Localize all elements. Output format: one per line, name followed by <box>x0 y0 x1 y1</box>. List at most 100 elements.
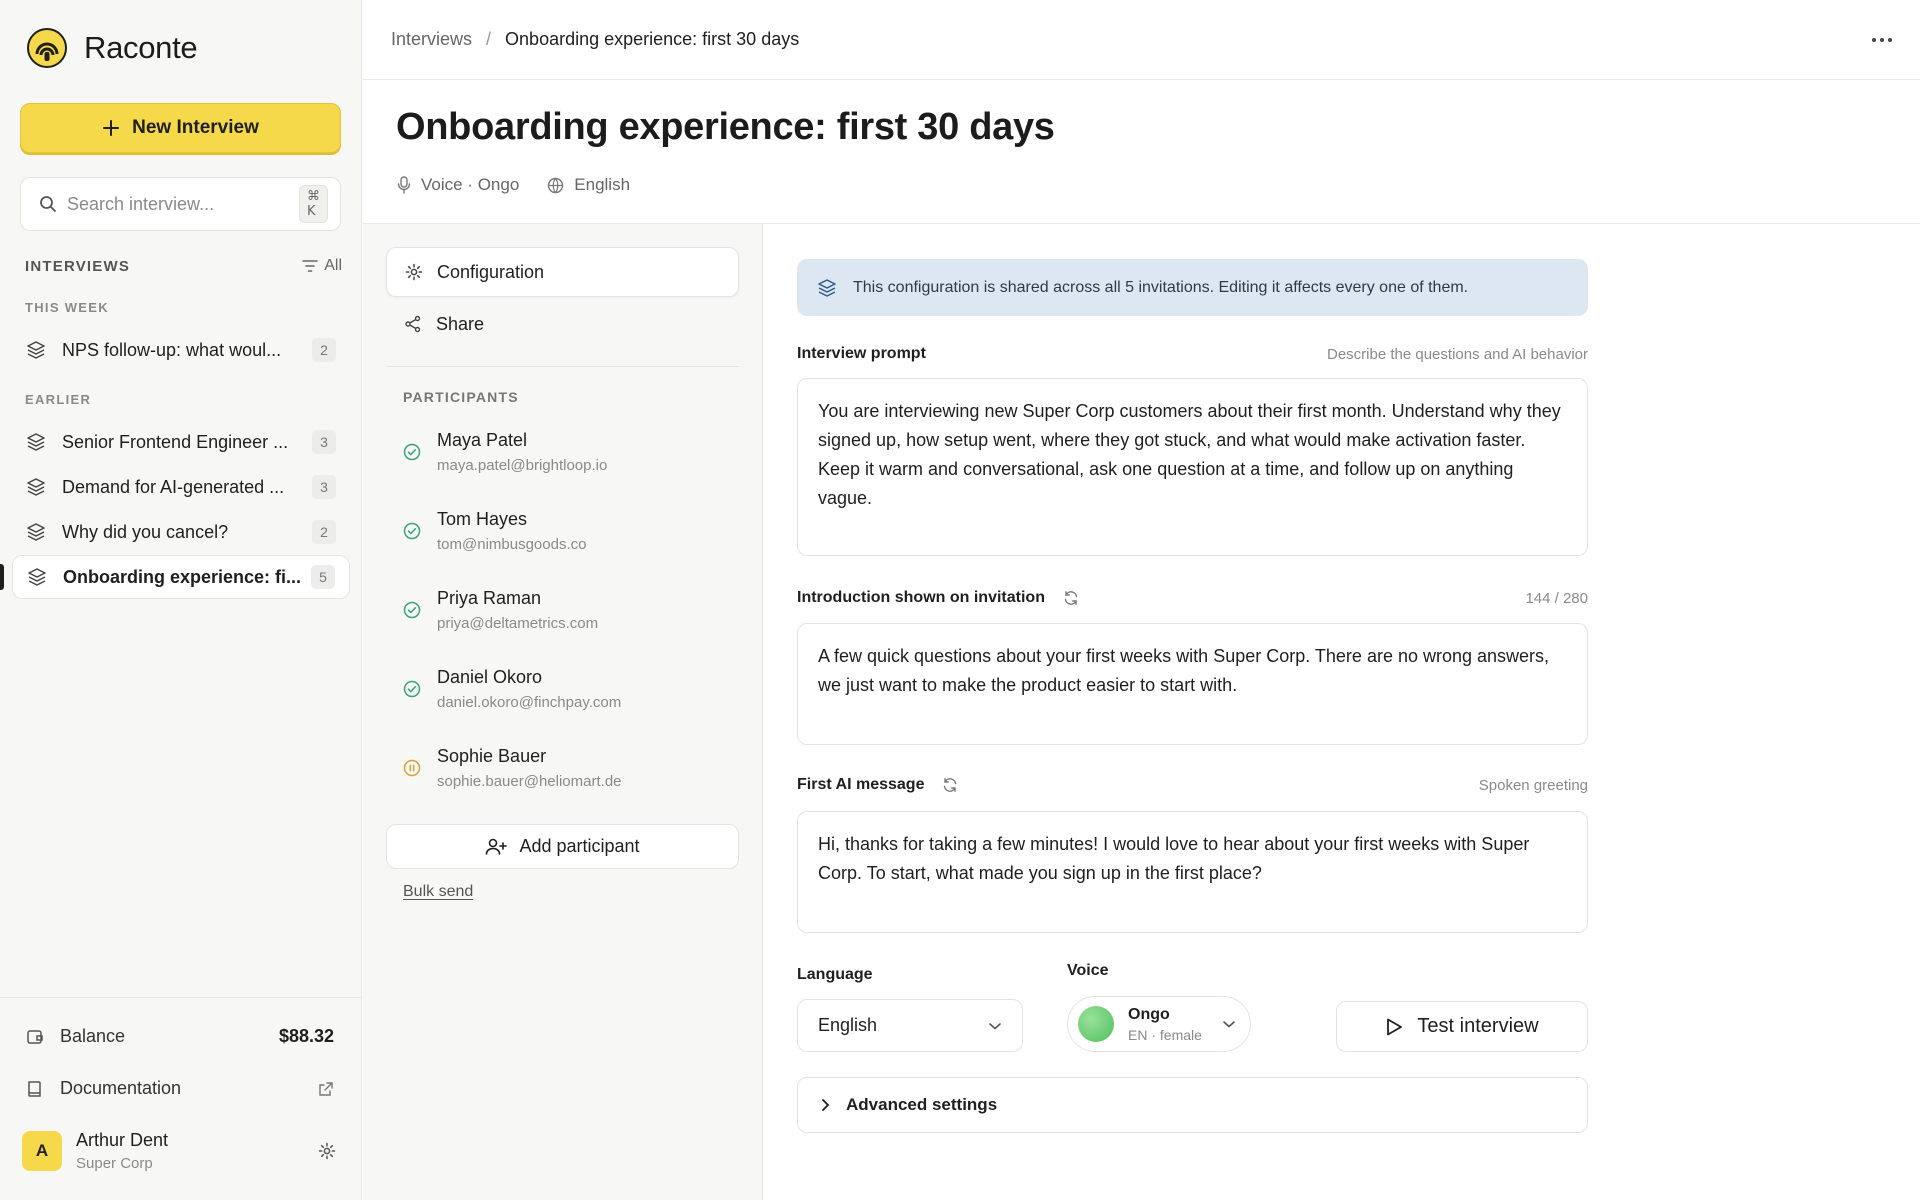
first-message-textarea[interactable]: Hi, thanks for taking a few minutes! I w… <box>797 811 1588 933</box>
tab-configuration[interactable]: Configuration <box>386 247 739 297</box>
refresh-icon[interactable] <box>942 777 958 793</box>
wallet-icon <box>26 1028 44 1046</box>
more-options-icon[interactable] <box>1872 37 1892 42</box>
brand[interactable]: Raconte <box>27 28 198 68</box>
sidebar-divider <box>0 997 362 998</box>
chevron-down-icon <box>988 1021 1002 1031</box>
tab-share[interactable]: Share <box>386 299 739 349</box>
participant-name: Priya Raman <box>437 588 542 608</box>
voice-sub: EN · female <box>1128 1026 1202 1043</box>
participant-email: sophie.bauer@heliomart.de <box>437 773 622 790</box>
participant-row[interactable]: Tom Hayes tom@nimbusgoods.co <box>403 509 733 553</box>
participant-email: daniel.okoro@finchpay.com <box>437 694 622 711</box>
test-interview-button[interactable]: Test interview <box>1336 1001 1588 1052</box>
voice-label: Voice <box>1067 962 1109 979</box>
first-message-hint: Spoken greeting <box>1478 777 1588 794</box>
active-indicator <box>0 564 4 590</box>
play-icon <box>1385 1017 1403 1037</box>
external-link-icon <box>318 1081 334 1097</box>
language-value: English <box>818 1015 878 1035</box>
user-org: Super Corp <box>76 1155 153 1172</box>
sidebar: Raconte New Interview ⌘ K INTERVIEWS All… <box>0 0 362 1200</box>
add-participant-button[interactable]: Add participant <box>386 824 739 869</box>
voice-avatar <box>1078 1006 1114 1042</box>
shared-config-banner: This configuration is shared across all … <box>797 259 1588 316</box>
balance-row[interactable]: Balance $88.32 <box>26 1026 334 1047</box>
participant-row[interactable]: Priya Raman priya@deltametrics.com <box>403 588 733 632</box>
check-circle-icon <box>403 443 421 461</box>
participant-row[interactable]: Daniel Okoro daniel.okoro@finchpay.com <box>403 667 733 711</box>
search-box[interactable]: ⌘ K <box>20 177 341 231</box>
search-input[interactable] <box>67 193 299 215</box>
participant-row[interactable]: Sophie Bauer sophie.bauer@heliomart.de <box>403 746 733 790</box>
participant-email: tom@nimbusgoods.co <box>437 536 587 553</box>
participant-name: Sophie Bauer <box>437 746 547 766</box>
sidebar-item-count: 3 <box>312 475 336 499</box>
share-icon <box>404 315 422 333</box>
participant-row[interactable]: Maya Patel maya.patel@brightloop.io <box>403 430 733 474</box>
avatar: A <box>22 1131 62 1171</box>
advanced-settings-toggle[interactable]: Advanced settings <box>797 1077 1588 1133</box>
group-label-this-week: THIS WEEK <box>25 300 109 315</box>
interview-meta: Voice · Ongo English <box>397 175 630 195</box>
voice-name: Ongo <box>1128 1005 1170 1023</box>
user-name: Arthur Dent <box>76 1130 169 1150</box>
prompt-textarea[interactable]: You are interviewing new Super Corp cust… <box>797 378 1588 556</box>
breadcrumb-separator: / <box>486 29 492 49</box>
check-circle-icon <box>403 601 421 619</box>
filter-button[interactable]: All <box>302 257 342 275</box>
new-interview-label: New Interview <box>132 117 259 138</box>
language-meta: English <box>547 175 630 195</box>
add-participant-label: Add participant <box>519 836 640 856</box>
raconte-logo-icon <box>27 28 67 68</box>
language-select[interactable]: English <box>797 999 1023 1052</box>
chevron-right-icon <box>820 1098 830 1112</box>
prompt-label: Interview prompt <box>797 345 926 363</box>
test-interview-label: Test interview <box>1417 1015 1539 1037</box>
check-circle-icon <box>403 680 421 698</box>
language-label: Language <box>797 966 873 983</box>
sidebar-item-count: 5 <box>311 565 335 589</box>
search-shortcut: ⌘ K <box>299 185 328 223</box>
first-message-label: First AI message <box>797 776 958 794</box>
book-icon <box>26 1080 44 1098</box>
sidebar-item-label: Why did you cancel? <box>62 521 229 542</box>
sidebar-item-label: Onboarding experience: fi... <box>63 566 302 587</box>
intro-textarea[interactable]: A few quick questions about your first w… <box>797 623 1588 745</box>
sidebar-item-onboarding[interactable]: Onboarding experience: fi... 5 <box>12 555 350 599</box>
layers-icon <box>27 567 47 587</box>
search-icon <box>39 195 57 213</box>
tab-label: Configuration <box>437 261 545 282</box>
user-text: Arthur Dent Super Corp <box>76 1130 318 1172</box>
layers-icon <box>817 278 837 298</box>
participant-info: Priya Raman priya@deltametrics.com <box>437 588 598 632</box>
documentation-link[interactable]: Documentation <box>26 1078 334 1099</box>
sidebar-item-nps-follow-up[interactable]: NPS follow-up: what woul... 2 <box>12 328 350 372</box>
refresh-icon[interactable] <box>1063 590 1079 606</box>
advanced-settings-label: Advanced settings <box>846 1095 998 1114</box>
layers-icon <box>26 522 46 542</box>
user-profile[interactable]: A Arthur Dent Super Corp <box>22 1130 336 1172</box>
first-message-label-text: First AI message <box>797 776 925 793</box>
sidebar-item-demand-ai[interactable]: Demand for AI-generated ... 3 <box>12 465 350 509</box>
section-title: INTERVIEWS <box>25 257 131 275</box>
filter-label: All <box>324 257 342 274</box>
app-name: Raconte <box>84 30 198 65</box>
voice-text: Ongo EN · female <box>1128 1006 1222 1043</box>
intro-label: Introduction shown on invitation <box>797 589 1079 607</box>
banner-text: This configuration is shared across all … <box>853 278 1469 296</box>
sidebar-item-senior-frontend[interactable]: Senior Frontend Engineer ... 3 <box>12 420 350 464</box>
bulk-send-link[interactable]: Bulk send <box>403 883 473 901</box>
voice-meta-label: Voice · Ongo <box>421 175 520 194</box>
microphone-icon <box>397 176 411 194</box>
breadcrumb-interviews[interactable]: Interviews <box>391 29 472 50</box>
gear-icon[interactable] <box>318 1142 336 1160</box>
voice-select[interactable]: Ongo EN · female <box>1067 996 1251 1052</box>
tab-label: Share <box>436 313 485 334</box>
chevron-down-icon <box>1222 1019 1236 1029</box>
sidebar-item-why-cancel[interactable]: Why did you cancel? 2 <box>12 510 350 554</box>
panel-divider <box>386 366 739 367</box>
language-meta-label: English <box>574 175 631 194</box>
globe-icon <box>547 177 564 194</box>
new-interview-button[interactable]: New Interview <box>20 103 341 153</box>
